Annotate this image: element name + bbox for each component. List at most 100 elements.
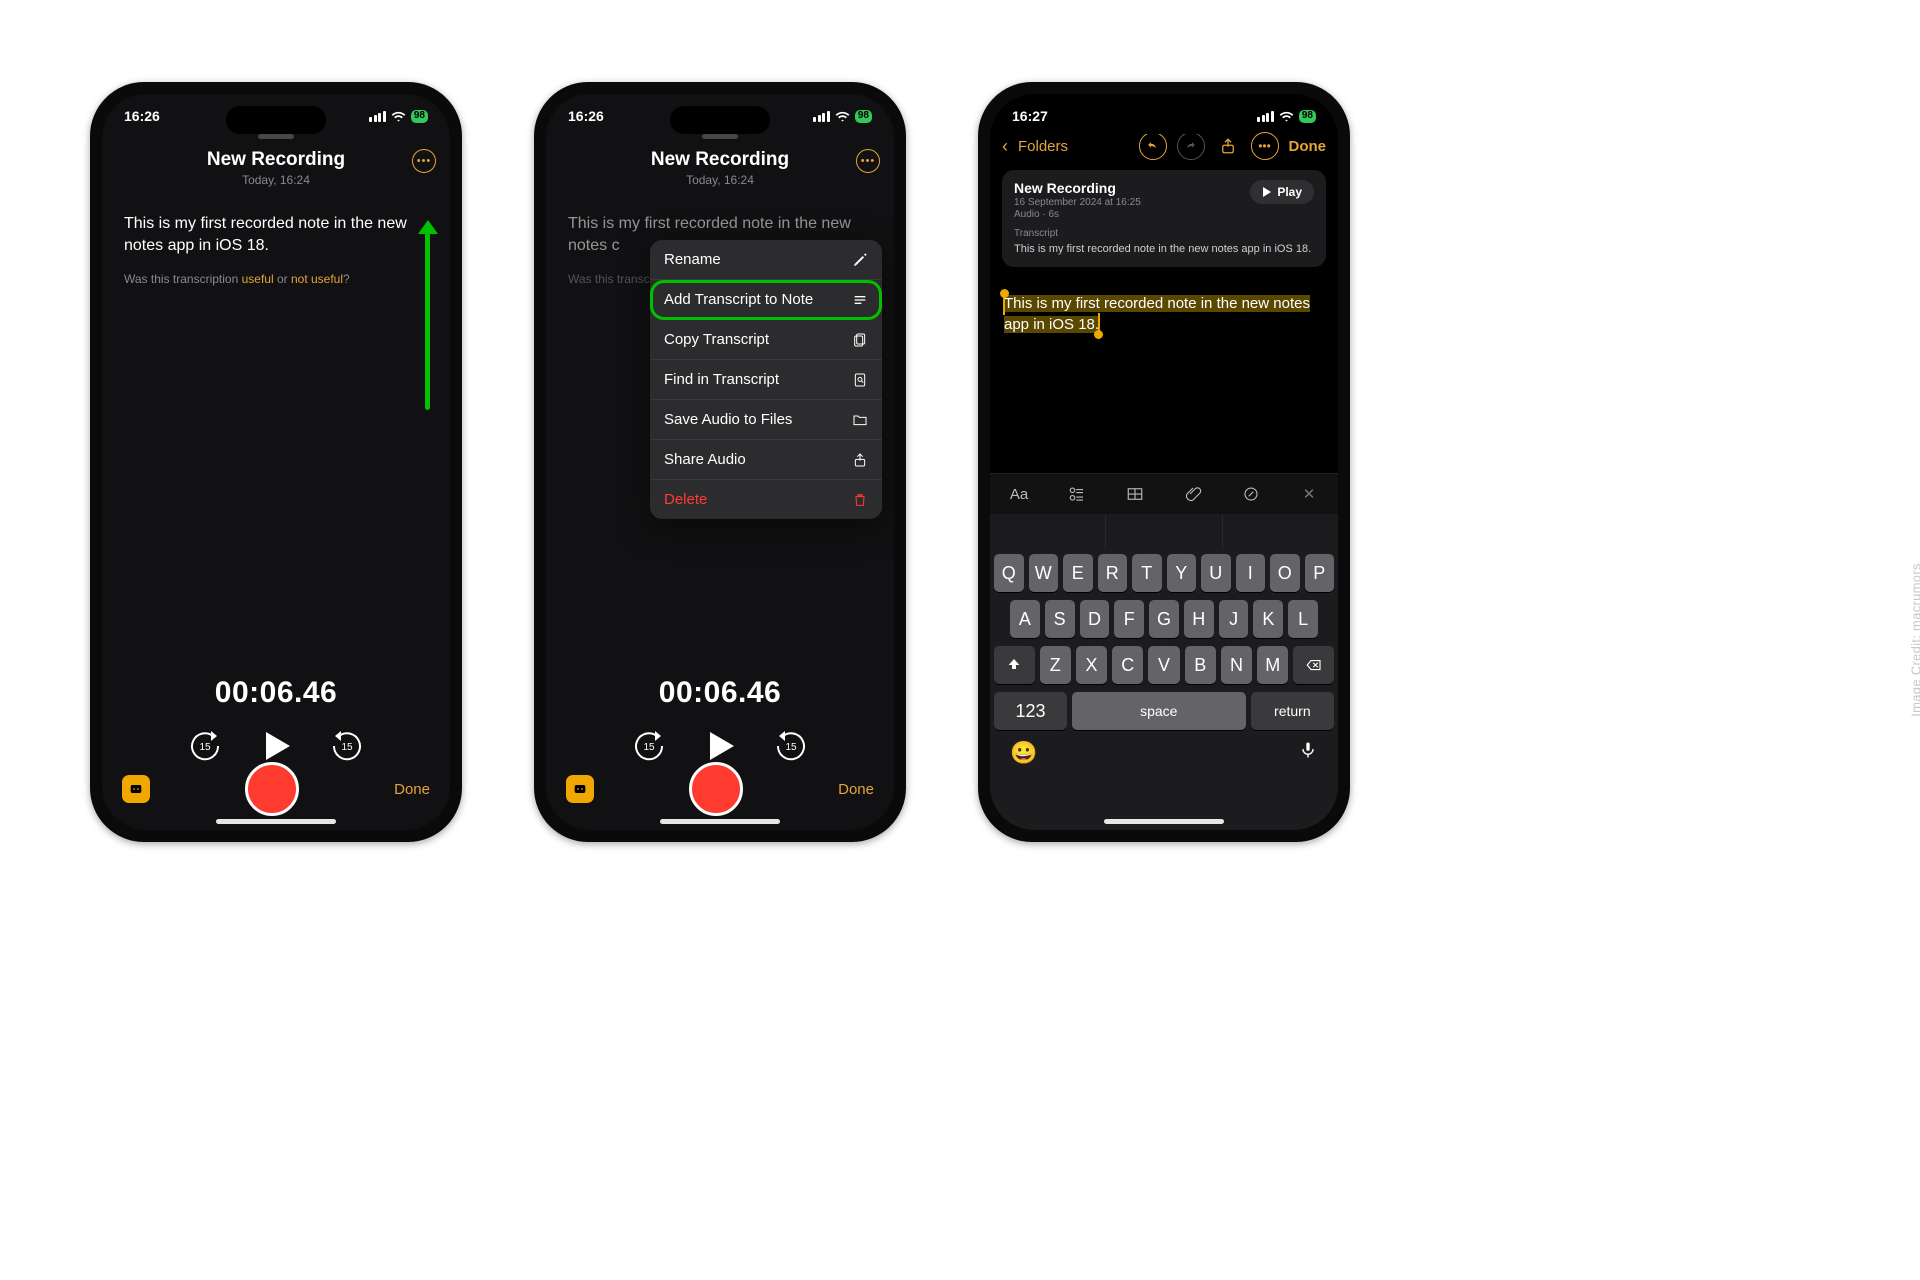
key-a[interactable]: A <box>1010 600 1040 638</box>
voicememo-app-button[interactable] <box>122 775 150 803</box>
recording-subtitle: Today, 16:24 <box>562 173 878 187</box>
key-d[interactable]: D <box>1080 600 1110 638</box>
menu-save-audio[interactable]: Save Audio to Files <box>650 400 882 440</box>
share-icon <box>852 452 868 468</box>
skip-forward-button[interactable]: 15 <box>330 729 364 763</box>
voicememo-app-button[interactable] <box>566 775 594 803</box>
menu-delete[interactable]: Delete <box>650 480 882 519</box>
key-c[interactable]: C <box>1112 646 1143 684</box>
shift-key[interactable] <box>994 646 1035 684</box>
keyboard-row-1: QWERTYUIOP <box>994 554 1334 592</box>
key-f[interactable]: F <box>1114 600 1144 638</box>
space-key[interactable]: space <box>1072 692 1246 730</box>
key-l[interactable]: L <box>1288 600 1318 638</box>
svg-text:15: 15 <box>643 742 655 753</box>
recording-subtitle: Today, 16:24 <box>118 173 434 187</box>
close-toolbar-button[interactable]: ✕ <box>1295 480 1323 508</box>
undo-button[interactable] <box>1139 132 1167 160</box>
home-indicator[interactable] <box>216 819 336 824</box>
key-b[interactable]: B <box>1185 646 1216 684</box>
key-i[interactable]: I <box>1236 554 1266 592</box>
play-button[interactable] <box>258 728 294 764</box>
key-q[interactable]: Q <box>994 554 1024 592</box>
timecode: 00:06.46 <box>546 676 894 710</box>
key-o[interactable]: O <box>1270 554 1300 592</box>
home-indicator[interactable] <box>1104 819 1224 824</box>
find-icon <box>852 372 868 388</box>
text-insert-icon <box>852 292 868 308</box>
markup-button[interactable] <box>1237 480 1265 508</box>
emoji-key[interactable]: 😀 <box>1010 740 1037 766</box>
dynamic-island <box>226 106 326 134</box>
share-button[interactable] <box>1215 133 1241 159</box>
key-h[interactable]: H <box>1184 600 1214 638</box>
skip-back-button[interactable]: 15 <box>188 729 222 763</box>
key-p[interactable]: P <box>1305 554 1335 592</box>
selection-start-caret <box>1003 295 1005 315</box>
key-y[interactable]: Y <box>1167 554 1197 592</box>
key-z[interactable]: Z <box>1040 646 1071 684</box>
key-w[interactable]: W <box>1029 554 1059 592</box>
done-button[interactable]: Done <box>838 781 874 798</box>
numbers-key[interactable]: 123 <box>994 692 1067 730</box>
svg-text:15: 15 <box>199 742 211 753</box>
record-button[interactable] <box>245 762 299 816</box>
skip-forward-button[interactable]: 15 <box>774 729 808 763</box>
cellular-icon <box>813 111 830 122</box>
selected-text[interactable]: This is my first recorded note in the ne… <box>1004 295 1310 333</box>
key-r[interactable]: R <box>1098 554 1128 592</box>
play-button[interactable] <box>702 728 738 764</box>
folder-icon <box>852 412 868 428</box>
menu-rename[interactable]: Rename <box>650 240 882 280</box>
key-n[interactable]: N <box>1221 646 1252 684</box>
menu-add-transcript[interactable]: Add Transcript to Note <box>650 280 882 320</box>
keyboard[interactable]: QWERTYUIOP ASDFGHJKL ZXCVBNM 123 space <box>990 548 1338 830</box>
skip-back-button[interactable]: 15 <box>632 729 666 763</box>
more-options-button[interactable]: ••• <box>856 149 880 173</box>
menu-share-audio[interactable]: Share Audio <box>650 440 882 480</box>
key-k[interactable]: K <box>1253 600 1283 638</box>
menu-copy-transcript[interactable]: Copy Transcript <box>650 320 882 360</box>
key-v[interactable]: V <box>1148 646 1179 684</box>
recording-title: New Recording <box>562 149 878 171</box>
not-useful-link[interactable]: not useful <box>291 272 343 286</box>
note-editor[interactable]: This is my first recorded note in the ne… <box>990 273 1338 335</box>
audio-attachment-card[interactable]: New Recording 16 September 2024 at 16:25… <box>1002 170 1326 267</box>
checklist-button[interactable] <box>1063 480 1091 508</box>
notes-format-toolbar: Aa ✕ <box>990 473 1338 514</box>
key-j[interactable]: J <box>1219 600 1249 638</box>
return-key[interactable]: return <box>1251 692 1334 730</box>
svg-text:15: 15 <box>341 742 353 753</box>
status-time: 16:26 <box>568 108 604 124</box>
record-button[interactable] <box>689 762 743 816</box>
context-menu: Rename Add Transcript to Note Copy Trans… <box>650 240 882 519</box>
menu-find-transcript[interactable]: Find in Transcript <box>650 360 882 400</box>
key-x[interactable]: X <box>1076 646 1107 684</box>
back-chevron-icon[interactable]: ‹ <box>1002 137 1008 155</box>
more-options-button[interactable]: ••• <box>412 149 436 173</box>
home-indicator[interactable] <box>660 819 780 824</box>
key-g[interactable]: G <box>1149 600 1179 638</box>
dictation-key[interactable] <box>1298 740 1318 766</box>
key-m[interactable]: M <box>1257 646 1288 684</box>
table-button[interactable] <box>1121 480 1149 508</box>
play-audio-button[interactable]: Play <box>1250 180 1314 204</box>
more-button[interactable]: ••• <box>1251 132 1279 160</box>
key-e[interactable]: E <box>1063 554 1093 592</box>
selection-end-handle[interactable] <box>1094 330 1103 339</box>
done-button[interactable]: Done <box>394 781 430 798</box>
sheet-grabber[interactable] <box>258 134 294 139</box>
key-s[interactable]: S <box>1045 600 1075 638</box>
redo-button <box>1177 132 1205 160</box>
attachment-button[interactable] <box>1179 480 1207 508</box>
key-t[interactable]: T <box>1132 554 1162 592</box>
done-button[interactable]: Done <box>1289 138 1327 155</box>
format-text-button[interactable]: Aa <box>1005 480 1033 508</box>
key-u[interactable]: U <box>1201 554 1231 592</box>
sheet-grabber[interactable] <box>702 134 738 139</box>
back-button[interactable]: Folders <box>1018 138 1068 155</box>
useful-link[interactable]: useful <box>242 272 274 286</box>
backspace-key[interactable] <box>1293 646 1334 684</box>
keyboard-row-2: ASDFGHJKL <box>994 600 1334 638</box>
dynamic-island <box>1114 106 1214 134</box>
